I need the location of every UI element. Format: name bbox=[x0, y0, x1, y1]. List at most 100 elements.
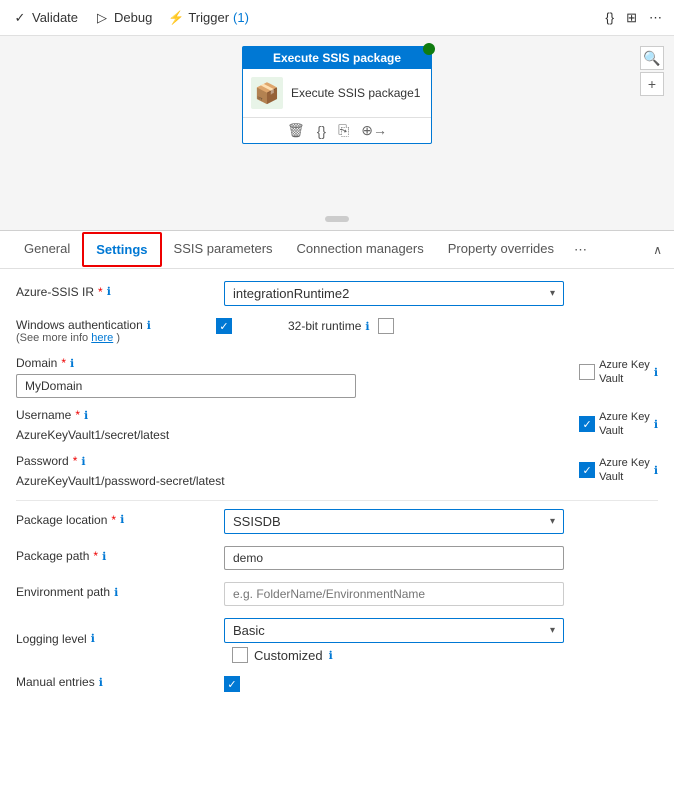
password-row: Password * ℹ AzureKeyVault1/password-sec… bbox=[16, 454, 658, 490]
password-value: AzureKeyVault1/password-secret/latest bbox=[16, 472, 571, 490]
tab-conn-managers-label: Connection managers bbox=[297, 241, 424, 256]
runtime-32bit-checkbox[interactable] bbox=[378, 318, 394, 334]
domain-row: Domain * ℹ Azure KeyVault ℹ bbox=[16, 356, 658, 398]
password-field-main: Password * ℹ AzureKeyVault1/password-sec… bbox=[16, 454, 571, 490]
environment-path-label-text: Environment path bbox=[16, 585, 110, 599]
username-vault-checkbox[interactable] bbox=[579, 416, 595, 432]
package-path-label-text: Package path bbox=[16, 549, 89, 563]
tab-collapse-icon: ∧ bbox=[653, 243, 662, 257]
environment-path-info-icon[interactable]: ℹ bbox=[114, 586, 118, 599]
package-location-info-icon[interactable]: ℹ bbox=[120, 513, 124, 526]
package-location-row: Package location * ℹ SSISDB ▾ bbox=[16, 509, 658, 534]
username-vault-info-icon[interactable]: ℹ bbox=[654, 418, 658, 431]
windows-auth-here-link[interactable]: here bbox=[91, 332, 113, 344]
domain-vault-section: Azure KeyVault ℹ bbox=[579, 356, 658, 387]
windows-auth-label-text: Windows authentication bbox=[16, 318, 143, 332]
domain-vault-info-icon[interactable]: ℹ bbox=[654, 366, 658, 379]
domain-vault-checkbox[interactable] bbox=[579, 364, 595, 380]
domain-label: Domain * ℹ bbox=[16, 356, 571, 370]
node-arrow-icon[interactable]: ⊕→ bbox=[361, 122, 387, 139]
logging-level-dropdown[interactable]: Basic ▾ bbox=[224, 618, 564, 643]
more-button[interactable]: ⋯ bbox=[649, 10, 662, 26]
debug-button[interactable]: ▷ Debug bbox=[94, 10, 152, 26]
package-location-dropdown[interactable]: SSISDB ▾ bbox=[224, 509, 564, 534]
tab-more-icon: ⋯ bbox=[574, 242, 587, 257]
trigger-button[interactable]: ⚡ Trigger (1) bbox=[168, 10, 249, 26]
windows-auth-label: Windows authentication ℹ bbox=[16, 318, 216, 332]
azure-ssis-ir-label-text: Azure-SSIS IR bbox=[16, 285, 94, 299]
azure-ssis-ir-info-icon[interactable]: ℹ bbox=[107, 285, 111, 298]
password-label-text: Password bbox=[16, 454, 69, 468]
password-vault-section: Azure KeyVault ℹ bbox=[579, 454, 658, 485]
toolbar-right: {} ⊞ ⋯ bbox=[605, 10, 662, 26]
canvas-area: Execute SSIS package 📦 Execute SSIS pack… bbox=[0, 36, 674, 231]
code-icon: {} bbox=[605, 10, 614, 25]
package-path-input[interactable] bbox=[224, 546, 564, 570]
tab-settings[interactable]: Settings bbox=[82, 232, 161, 267]
logging-level-info-icon[interactable]: ℹ bbox=[91, 632, 95, 645]
domain-vault-label: Azure KeyVault bbox=[599, 358, 650, 387]
zoom-search-button[interactable]: 🔍 bbox=[640, 46, 664, 70]
logging-level-value: Basic bbox=[233, 623, 265, 638]
debug-icon: ▷ bbox=[94, 10, 110, 26]
domain-input[interactable] bbox=[16, 374, 356, 398]
runtime-32bit-info-icon[interactable]: ℹ bbox=[365, 320, 369, 333]
tab-general[interactable]: General bbox=[12, 233, 82, 266]
username-label: Username * ℹ bbox=[16, 408, 571, 422]
password-info-icon[interactable]: ℹ bbox=[81, 455, 85, 468]
tab-prop-overrides[interactable]: Property overrides bbox=[436, 233, 566, 266]
manual-entries-checkbox[interactable] bbox=[224, 676, 240, 692]
windows-auth-row: Windows authentication ℹ (See more info … bbox=[16, 318, 658, 344]
azure-ssis-ir-label-col: Azure-SSIS IR * ℹ bbox=[16, 285, 216, 303]
azure-ssis-ir-dropdown[interactable]: integrationRuntime2 ▾ bbox=[224, 281, 564, 306]
logging-level-row: Logging level ℹ Basic ▾ Customized ℹ bbox=[16, 618, 658, 663]
monitor-icon: ⊞ bbox=[626, 10, 637, 26]
pipeline-node[interactable]: Execute SSIS package 📦 Execute SSIS pack… bbox=[242, 46, 432, 144]
tab-conn-managers[interactable]: Connection managers bbox=[285, 233, 436, 266]
username-value: AzureKeyVault1/secret/latest bbox=[16, 426, 571, 444]
node-delete-icon[interactable]: 🗑 bbox=[287, 122, 305, 139]
trigger-label: Trigger bbox=[188, 10, 229, 25]
environment-path-input[interactable] bbox=[224, 582, 564, 606]
monitor-button[interactable]: ⊞ bbox=[626, 10, 637, 26]
tab-more-button[interactable]: ⋯ bbox=[566, 238, 595, 262]
manual-entries-control-col bbox=[224, 676, 658, 692]
package-path-info-icon[interactable]: ℹ bbox=[102, 550, 106, 563]
password-required-star: * bbox=[73, 454, 78, 468]
zoom-in-button[interactable]: + bbox=[640, 72, 664, 96]
tab-collapse-button[interactable]: ∧ bbox=[653, 243, 662, 257]
windows-auth-sub-label: (See more info here ) bbox=[16, 332, 216, 344]
password-vault-checkbox[interactable] bbox=[579, 462, 595, 478]
node-header-label: Execute SSIS package bbox=[273, 51, 401, 65]
node-copy-icon[interactable]: ⎘ bbox=[338, 122, 349, 139]
windows-auth-sub-text: (See more info bbox=[16, 332, 88, 344]
settings-content: Azure-SSIS IR * ℹ integrationRuntime2 ▾ … bbox=[0, 269, 674, 803]
collapse-bar[interactable] bbox=[325, 216, 349, 222]
tab-ssis-params-label: SSIS parameters bbox=[174, 241, 273, 256]
node-code-icon[interactable]: {} bbox=[317, 123, 326, 139]
manual-entries-info-icon[interactable]: ℹ bbox=[99, 676, 103, 689]
domain-info-icon[interactable]: ℹ bbox=[70, 357, 74, 370]
tab-ssis-params[interactable]: SSIS parameters bbox=[162, 233, 285, 266]
customized-info-icon[interactable]: ℹ bbox=[329, 649, 333, 662]
validate-button[interactable]: ✓ Validate bbox=[12, 10, 78, 26]
package-location-required-star: * bbox=[111, 513, 116, 527]
logging-level-chevron: ▾ bbox=[550, 625, 555, 636]
windows-auth-checkbox[interactable] bbox=[216, 318, 232, 334]
node-body: 📦 Execute SSIS package1 bbox=[243, 69, 431, 117]
trigger-icon: ⚡ bbox=[168, 10, 184, 26]
logging-level-label-text: Logging level bbox=[16, 632, 87, 646]
logging-level-label: Logging level ℹ bbox=[16, 632, 216, 646]
package-path-label-col: Package path * ℹ bbox=[16, 549, 216, 567]
manual-entries-label-col: Manual entries ℹ bbox=[16, 675, 216, 693]
windows-auth-info-icon[interactable]: ℹ bbox=[147, 319, 151, 332]
code-view-button[interactable]: {} bbox=[605, 10, 614, 25]
manual-entries-label-text: Manual entries bbox=[16, 675, 95, 689]
username-info-icon[interactable]: ℹ bbox=[84, 409, 88, 422]
customized-checkbox[interactable] bbox=[232, 647, 248, 663]
windows-auth-sub-end: ) bbox=[116, 332, 120, 344]
package-location-label-text: Package location bbox=[16, 513, 107, 527]
runtime-32bit-label: 32-bit runtime ℹ bbox=[288, 319, 370, 333]
package-location-value: SSISDB bbox=[233, 514, 281, 529]
password-vault-info-icon[interactable]: ℹ bbox=[654, 464, 658, 477]
